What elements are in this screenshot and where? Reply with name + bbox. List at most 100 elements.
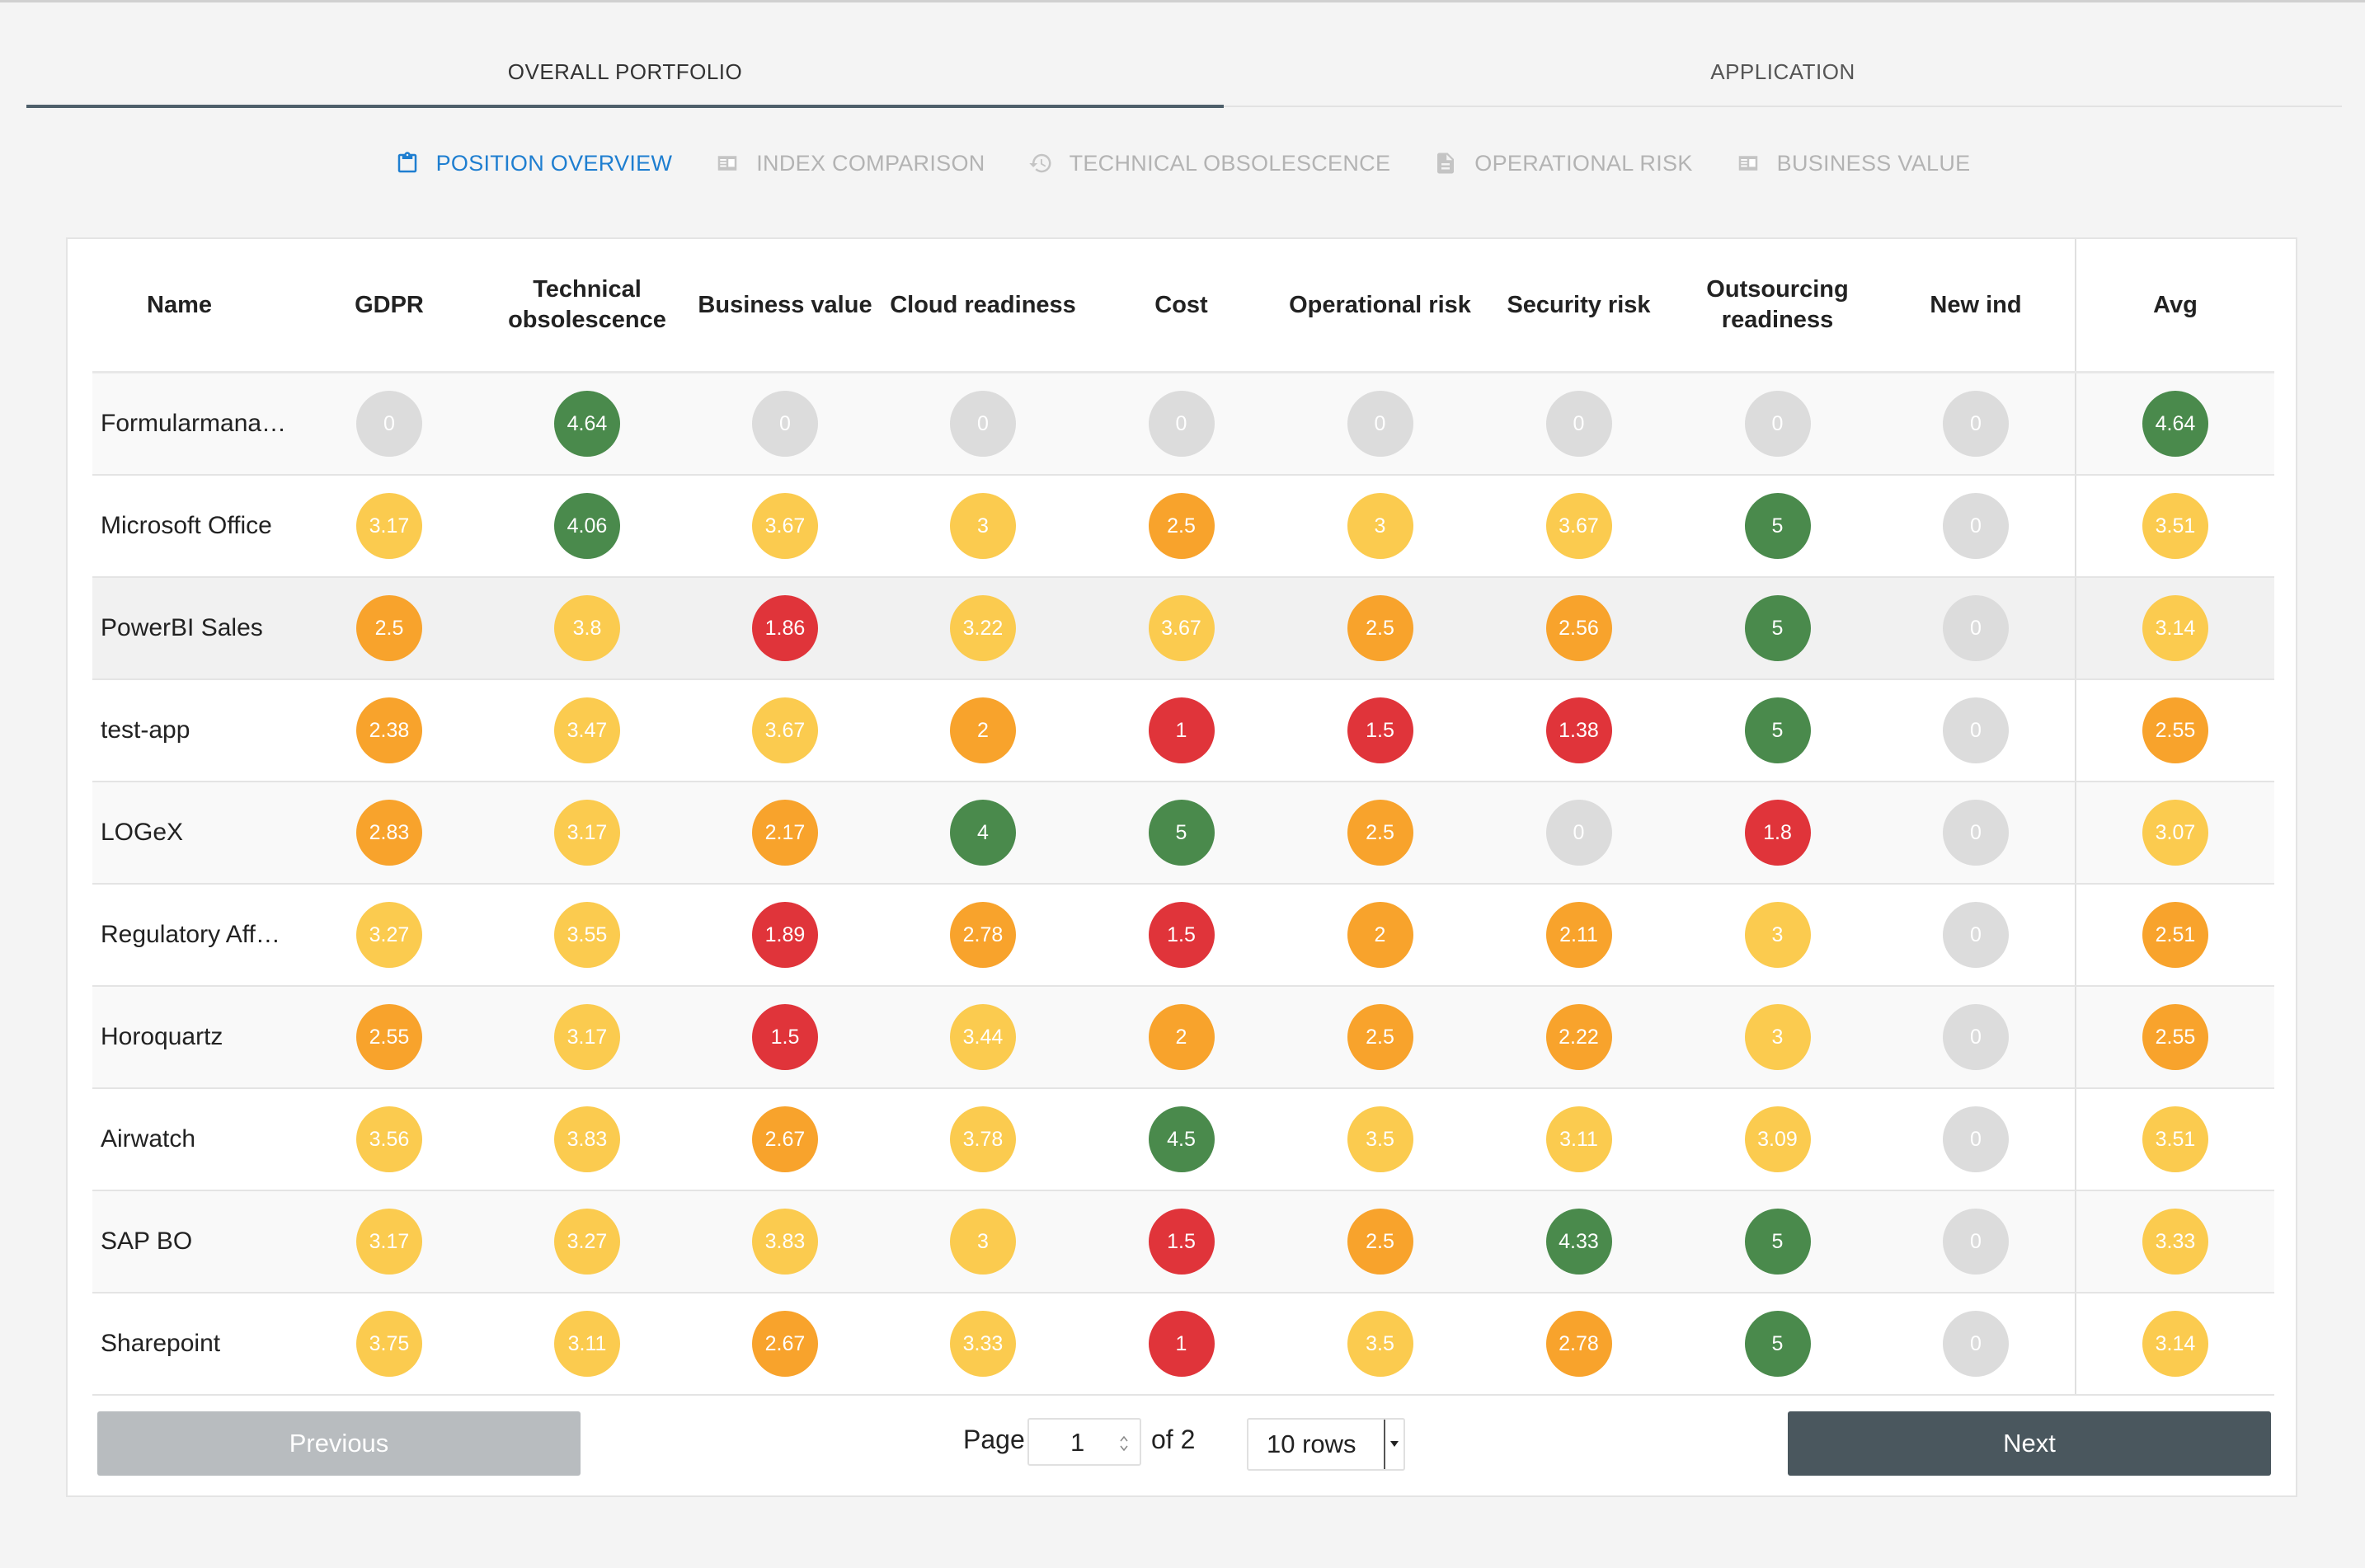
score-cell: 2.5 [1281, 782, 1479, 885]
score-badge: 2 [1347, 902, 1413, 968]
app-name-cell: Sharepoint [92, 1293, 290, 1396]
subtab-technical-obsolescence[interactable]: TECHNICAL OBSOLESCENCE [1028, 151, 1391, 176]
card-icon [717, 156, 737, 171]
score-cell: 2.5 [1281, 986, 1479, 1089]
score-badge: 1 [1148, 1311, 1215, 1377]
score-cell: 3.17 [290, 1190, 488, 1293]
score-cell: 0 [1877, 884, 2076, 987]
table-row[interactable]: Microsoft Office 3.17 4.06 3.67 3 2.5 3 3.67 5 0 3… [92, 475, 2274, 578]
tab-application[interactable]: APPLICATION [1224, 38, 2342, 106]
score-badge: 5 [1744, 1209, 1811, 1275]
next-button[interactable]: Next [1788, 1411, 2271, 1476]
score-cell: 0 [1678, 372, 1877, 476]
column-header: Security risk [1479, 239, 1678, 373]
score-badge: 0 [1744, 391, 1811, 457]
score-cell: 2.17 [686, 782, 884, 885]
app-name-cell: test-app [92, 679, 290, 782]
score-badge: 2.5 [1347, 1209, 1413, 1275]
score-badge: 1.5 [1148, 1209, 1215, 1275]
score-badge: 3.47 [554, 697, 620, 763]
spinner-arrows-icon[interactable] [1120, 1434, 1128, 1453]
score-badge: 3 [1744, 1004, 1811, 1070]
score-badge: 2.5 [1148, 493, 1215, 559]
subtab-business-value[interactable]: BUSINESS VALUE [1736, 151, 1971, 176]
score-badge: 4.33 [1545, 1209, 1612, 1275]
score-cell: 1 [1082, 1293, 1281, 1396]
table-row[interactable]: LOGeX 2.83 3.17 2.17 4 5 2.5 0 1.8 0 3.07 [92, 782, 2274, 885]
score-cell: 5 [1678, 475, 1877, 578]
score-badge: 2.5 [356, 595, 422, 661]
subtab-index-comparison[interactable]: INDEX COMPARISON [715, 151, 985, 176]
table-row[interactable]: Formularmana… 0 4.64 0 0 0 0 0 0 0 4.64 [92, 372, 2274, 476]
subtab-position-overview[interactable]: POSITION OVERVIEW [395, 151, 673, 176]
score-cell: 0 [1877, 679, 2076, 782]
score-cell: 2.5 [290, 577, 488, 680]
score-cell: 3.51 [2075, 475, 2274, 578]
score-badge: 2.55 [356, 1004, 422, 1070]
score-cell: 0 [1877, 475, 2076, 578]
score-badge: 0 [356, 391, 422, 457]
rows-per-page-select[interactable]: 10 rows [1247, 1418, 1405, 1471]
subtab-label: OPERATIONAL RISK [1474, 150, 1693, 176]
score-cell: 1.86 [686, 577, 884, 680]
history-icon [1028, 153, 1051, 173]
score-cell: 2.11 [1479, 884, 1678, 987]
score-cell: 3.14 [2075, 1293, 2274, 1396]
score-cell: 2.51 [2075, 884, 2274, 987]
score-cell: 0 [1877, 1293, 2076, 1396]
score-badge: 2.56 [1545, 595, 1612, 661]
score-badge: 4.06 [554, 493, 620, 559]
score-cell: 0 [884, 372, 1082, 476]
position-overview-card: Name GDPR Technical obsolescence Business v… [66, 237, 2297, 1497]
score-cell: 1 [1082, 679, 1281, 782]
score-badge: 1.8 [1744, 800, 1811, 866]
table-row[interactable]: PowerBI Sales 2.5 3.8 1.86 3.22 3.67 2.5 2.56 5 0… [92, 577, 2274, 680]
score-cell: 3.67 [686, 475, 884, 578]
app-name-cell: LOGeX [92, 782, 290, 885]
score-badge: 3.33 [2142, 1209, 2208, 1275]
score-badge: 0 [1943, 800, 2009, 866]
score-badge: 2.22 [1545, 1004, 1612, 1070]
table-row[interactable]: Airwatch 3.56 3.83 2.67 3.78 4.5 3.5 3.11 3.09 0 3… [92, 1088, 2274, 1191]
table-row[interactable]: test-app 2.38 3.47 3.67 2 1 1.5 1.38 5 0 2.55 [92, 679, 2274, 782]
score-cell: 3.17 [290, 475, 488, 578]
app-name-cell: Horoquartz [92, 986, 290, 1089]
table-row[interactable]: Horoquartz 2.55 3.17 1.5 3.44 2 2.5 2.22 3 0 2.55 [92, 986, 2274, 1089]
score-badge: 0 [1943, 902, 2009, 968]
score-cell: 1.5 [1082, 884, 1281, 987]
chevron-down-icon[interactable] [1384, 1420, 1403, 1469]
score-cell: 3.11 [1479, 1088, 1678, 1191]
table-body: Formularmana… 0 4.64 0 0 0 0 0 0 0 4.64 Microsoft O… [92, 372, 2274, 1396]
tab-overall-portfolio[interactable]: OVERALL PORTFOLIO [26, 38, 1224, 108]
score-badge: 3.8 [554, 595, 620, 661]
score-badge: 5 [1744, 1311, 1811, 1377]
score-cell: 2 [1082, 986, 1281, 1089]
score-cell: 3.67 [1082, 577, 1281, 680]
score-cell: 4.33 [1479, 1190, 1678, 1293]
score-badge: 3.11 [1545, 1106, 1612, 1172]
score-cell: 5 [1678, 1190, 1877, 1293]
score-badge: 4.64 [2142, 391, 2208, 457]
score-badge: 3.83 [554, 1106, 620, 1172]
score-badge: 3.17 [554, 1004, 620, 1070]
table-row[interactable]: Regulatory Aff… 3.27 3.55 1.89 2.78 1.5 2 2.11 3… [92, 884, 2274, 987]
score-badge: 5 [1148, 800, 1215, 866]
table-row[interactable]: SAP BO 3.17 3.27 3.83 3 1.5 2.5 4.33 5 0 3.33 [92, 1190, 2274, 1293]
position-table: Name GDPR Technical obsolescence Business v… [92, 239, 2274, 1396]
score-cell: 0 [1877, 986, 2076, 1089]
score-cell: 2.55 [290, 986, 488, 1089]
score-badge: 3.51 [2142, 493, 2208, 559]
score-badge: 3 [950, 493, 1016, 559]
table-row[interactable]: Sharepoint 3.75 3.11 2.67 3.33 1 3.5 2.78 5 0 3.14 [92, 1293, 2274, 1396]
page-number-input[interactable]: 1 [1027, 1418, 1141, 1466]
score-cell: 2.78 [1479, 1293, 1678, 1396]
score-cell: 3 [1678, 986, 1877, 1089]
score-cell: 3.8 [488, 577, 686, 680]
score-badge: 2 [950, 697, 1016, 763]
score-badge: 3.09 [1744, 1106, 1811, 1172]
previous-button[interactable]: Previous [97, 1411, 581, 1476]
subtab-operational-risk[interactable]: OPERATIONAL RISK [1433, 151, 1692, 176]
score-cell: 3 [1281, 475, 1479, 578]
score-cell: 3.27 [488, 1190, 686, 1293]
score-cell: 3.11 [488, 1293, 686, 1396]
